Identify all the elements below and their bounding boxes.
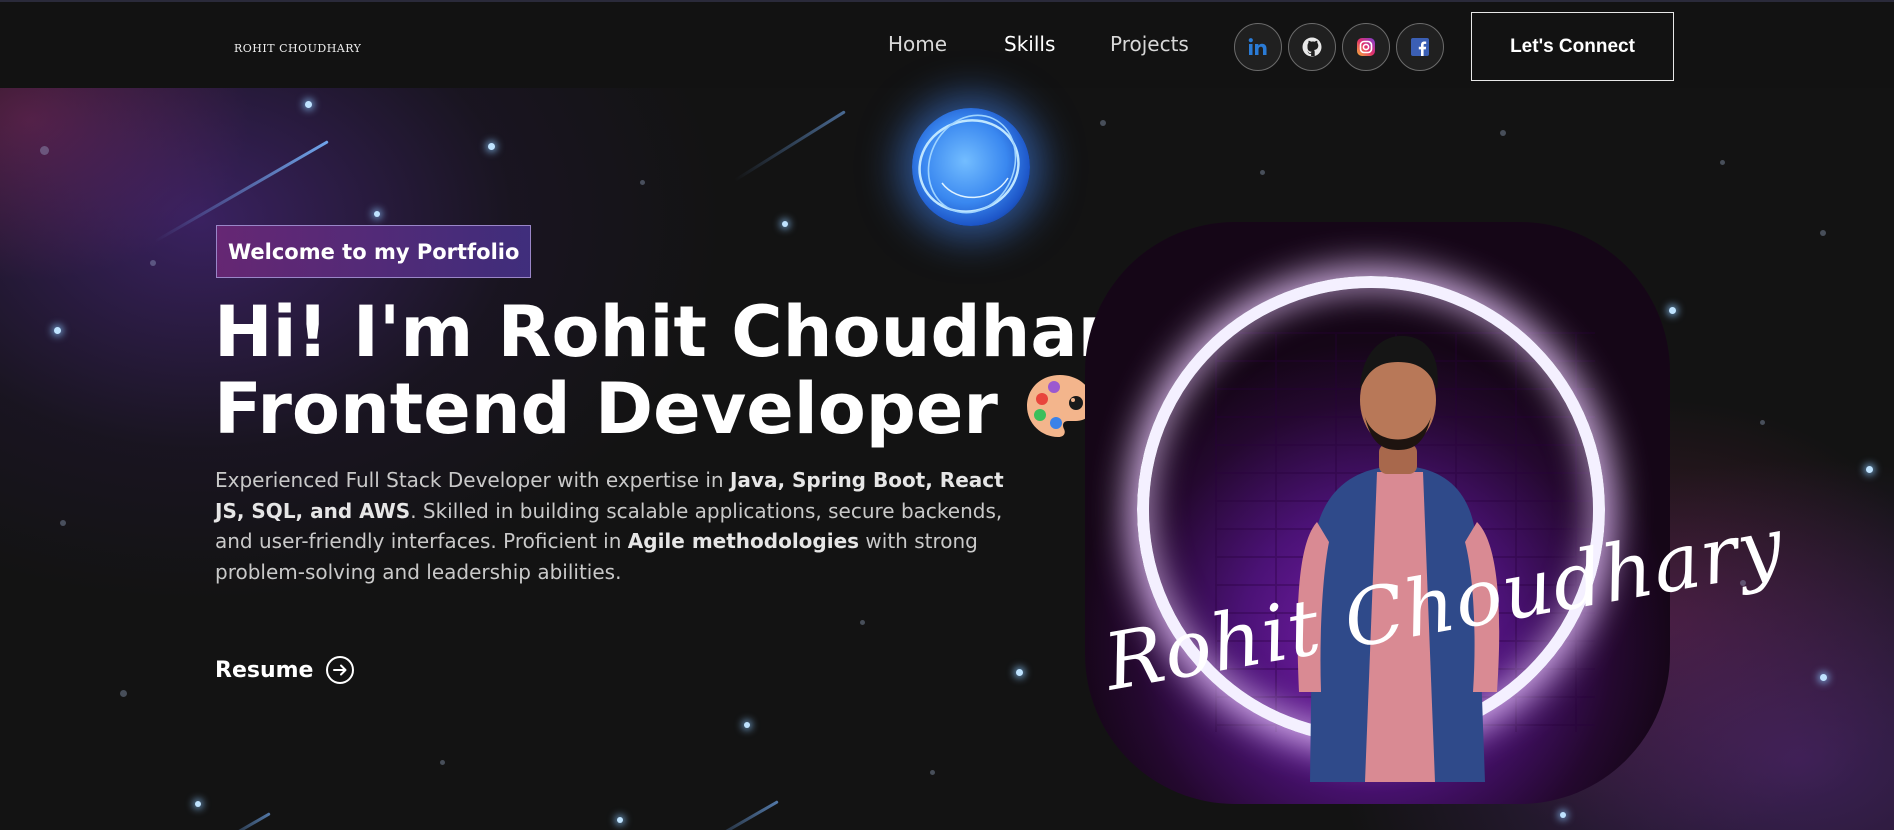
headline-line-2: Frontend Developer xyxy=(214,369,1158,446)
dust xyxy=(930,770,935,775)
linkedin-icon xyxy=(1248,38,1267,55)
github-button[interactable] xyxy=(1288,23,1336,71)
star xyxy=(54,327,61,334)
dust xyxy=(1100,120,1106,126)
nav-link-projects[interactable]: Projects xyxy=(1110,32,1189,56)
facebook-button[interactable] xyxy=(1396,23,1444,71)
headline-role: Frontend Developer xyxy=(214,368,998,450)
shooting-star xyxy=(699,800,779,830)
intro-paragraph: Experienced Full Stack Developer with ex… xyxy=(215,465,1025,587)
dust xyxy=(440,760,445,765)
intro-text-1: Experienced Full Stack Developer with ex… xyxy=(215,468,730,492)
star xyxy=(374,211,380,217)
dust xyxy=(1720,160,1725,165)
dust xyxy=(120,690,127,697)
star xyxy=(744,722,750,728)
star xyxy=(1016,669,1023,676)
dust xyxy=(1760,420,1765,425)
dust xyxy=(150,260,156,266)
star xyxy=(1820,674,1827,681)
dust xyxy=(1260,170,1265,175)
orb-swirl-icon xyxy=(918,114,1020,214)
dust xyxy=(60,520,66,526)
star xyxy=(782,221,788,227)
nav-link-skills[interactable]: Skills xyxy=(1004,32,1055,56)
resume-label: Resume xyxy=(215,657,314,683)
dust xyxy=(40,146,49,155)
dust xyxy=(1500,130,1506,136)
dust xyxy=(1820,230,1826,236)
star xyxy=(1669,307,1676,314)
facebook-icon xyxy=(1411,38,1429,56)
resume-button[interactable]: Resume xyxy=(215,655,355,685)
dust xyxy=(860,620,865,625)
shooting-star xyxy=(217,812,271,830)
dust xyxy=(640,180,645,185)
hero-headline: Hi! I'm Rohit Choudhary Frontend Develop… xyxy=(214,295,1158,446)
welcome-badge: Welcome to my Portfolio xyxy=(216,225,532,278)
glowing-orb xyxy=(912,108,1030,226)
headline-line-1: Hi! I'm Rohit Choudhary xyxy=(214,291,1158,373)
star xyxy=(195,801,201,807)
lets-connect-button[interactable]: Let's Connect xyxy=(1471,12,1674,81)
intro-agile: Agile methodologies xyxy=(627,529,860,553)
site-logo[interactable]: ROHIT CHOUDHARY xyxy=(234,42,361,55)
instagram-button[interactable] xyxy=(1342,23,1390,71)
nav-link-home[interactable]: Home xyxy=(888,32,947,56)
star xyxy=(488,143,495,150)
github-icon xyxy=(1302,37,1322,57)
star xyxy=(617,817,623,823)
profile-portrait xyxy=(1085,222,1670,804)
navbar: ROHIT CHOUDHARY Home Skills Projects Let… xyxy=(0,0,1894,88)
instagram-icon xyxy=(1357,38,1375,56)
star xyxy=(305,101,312,108)
star xyxy=(1866,466,1873,473)
linkedin-button[interactable] xyxy=(1234,23,1282,71)
arrow-right-circle-icon xyxy=(326,656,355,684)
shooting-star xyxy=(733,110,846,182)
person-silhouette xyxy=(1297,335,1500,782)
star xyxy=(1560,812,1566,818)
